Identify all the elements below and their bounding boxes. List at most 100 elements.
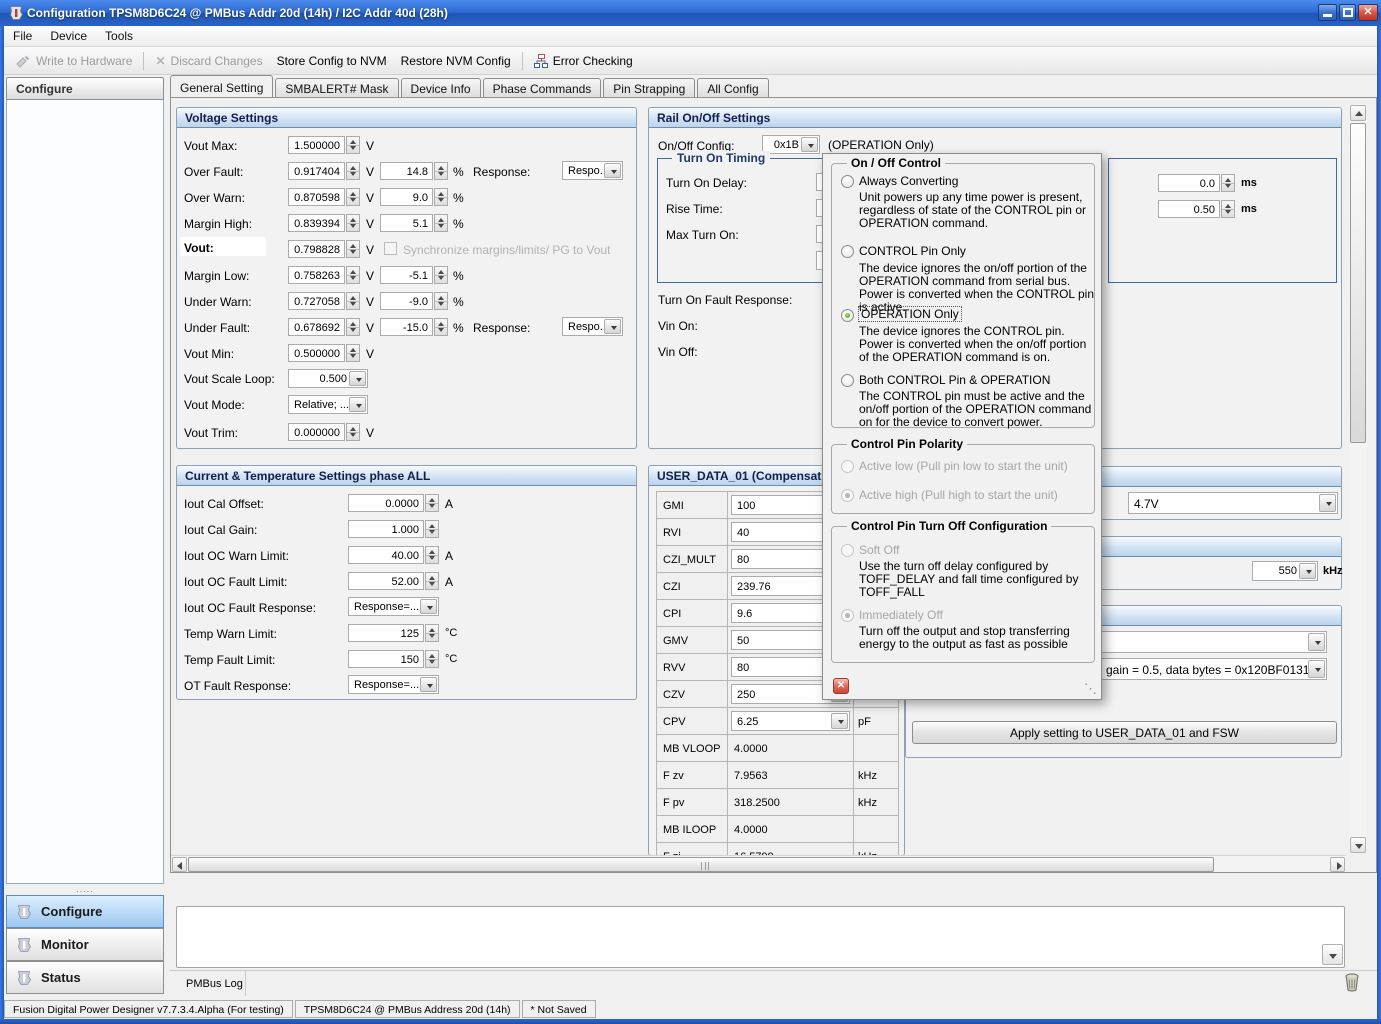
iout-oc-fault-spinner[interactable] — [425, 572, 439, 590]
always-converting-label[interactable]: Always Converting — [859, 174, 958, 188]
margin-high-input[interactable]: 0.839394 — [288, 214, 345, 232]
over-fault-pct-input[interactable]: 14.8 — [380, 162, 433, 180]
soft-off-radio[interactable] — [841, 544, 854, 557]
under-fault-response-combo[interactable]: Respo... — [562, 317, 623, 336]
vertical-scroll-thumb[interactable] — [1350, 123, 1366, 443]
error-checking-button[interactable]: Error Checking — [527, 51, 640, 71]
popup-close-button[interactable]: ✕ — [833, 678, 849, 694]
sidebar-item-configure[interactable]: Configure — [6, 895, 164, 928]
ot-fault-response-combo[interactable]: Response=... — [348, 675, 439, 694]
iout-cal-gain-spinner[interactable] — [425, 520, 439, 538]
under-warn-pct-spinner[interactable] — [434, 292, 448, 310]
turn-off-delay-spinner[interactable] — [1221, 174, 1235, 192]
over-fault-spinner[interactable] — [346, 162, 360, 180]
vout-min-spinner[interactable] — [346, 344, 360, 362]
menu-tools[interactable]: Tools — [96, 26, 142, 46]
log-scroll-down-button[interactable] — [1322, 944, 1343, 965]
minimize-button[interactable] — [1318, 4, 1337, 21]
iout-cal-offset-input[interactable]: 0.0000 — [348, 494, 424, 512]
under-fault-spinner[interactable] — [346, 318, 360, 336]
apply-setting-button[interactable]: Apply setting to USER_DATA_01 and FSW — [912, 721, 1337, 744]
vertical-scrollbar[interactable] — [1349, 104, 1367, 854]
maximize-button[interactable] — [1339, 4, 1356, 21]
onoff-config-combo[interactable]: 0x1B — [762, 135, 820, 154]
under-warn-pct-input[interactable]: -9.0 — [380, 292, 433, 310]
over-warn-spinner[interactable] — [346, 188, 360, 206]
temp-warn-input[interactable]: 125 — [348, 624, 424, 642]
margin-low-pct-input[interactable]: -5.1 — [380, 266, 433, 284]
operation-only-label[interactable]: OPERATION Only — [859, 307, 961, 321]
iout-oc-warn-spinner[interactable] — [425, 546, 439, 564]
under-warn-spinner[interactable] — [346, 292, 360, 310]
over-warn-pct-input[interactable]: 9.0 — [380, 188, 433, 206]
under-fault-input[interactable]: 0.678692 — [288, 318, 345, 336]
iout-oc-warn-input[interactable]: 40.00 — [348, 546, 424, 564]
fall-time-input[interactable]: 0.50 — [1158, 200, 1220, 218]
temp-warn-spinner[interactable] — [425, 624, 439, 642]
tab-device-info[interactable]: Device Info — [401, 78, 481, 97]
tab-smbalert-mask[interactable]: SMBALERT# Mask — [275, 78, 398, 97]
vout-trim-input[interactable]: 0.000000 — [288, 423, 345, 441]
margin-high-pct-input[interactable]: 5.1 — [380, 214, 433, 232]
active-high-radio[interactable] — [841, 489, 854, 502]
discard-changes-button[interactable]: ✕ Discard Changes — [148, 51, 269, 71]
title-bar[interactable]: Configuration TPSM8D6C24 @ PMBus Addr 20… — [0, 0, 1381, 26]
store-config-nvm-button[interactable]: Store Config to NVM — [270, 51, 394, 71]
iout-cal-gain-input[interactable]: 1.000 — [348, 520, 424, 538]
sidebar-splitter[interactable]: ..... — [55, 884, 115, 894]
over-fault-pct-spinner[interactable] — [434, 162, 448, 180]
under-fault-pct-input[interactable]: -15.0 — [380, 318, 433, 336]
over-warn-input[interactable]: 0.870598 — [288, 188, 345, 206]
both-control-operation-radio[interactable] — [841, 374, 854, 387]
vout-scale-loop-combo[interactable]: 0.500 — [288, 369, 368, 388]
popup-resize-grip[interactable]: ⋱ — [1084, 681, 1097, 697]
under-warn-input[interactable]: 0.727058 — [288, 292, 345, 310]
close-button[interactable]: ✕ — [1358, 4, 1378, 21]
sidebar-item-status[interactable]: Status — [6, 961, 164, 994]
vout-input[interactable]: 0.798828 — [288, 240, 345, 258]
menu-file[interactable]: File — [4, 26, 41, 46]
fall-time-spinner[interactable] — [1221, 200, 1235, 218]
iout-oc-fault-response-combo[interactable]: Response=... — [348, 597, 439, 616]
tab-all-config[interactable]: All Config — [697, 78, 768, 97]
margin-low-input[interactable]: 0.758263 — [288, 266, 345, 284]
write-to-hardware-button[interactable]: Write to Hardware — [8, 51, 139, 71]
margin-low-spinner[interactable] — [346, 266, 360, 284]
scroll-left-button[interactable] — [172, 857, 187, 872]
sync-margins-checkbox[interactable] — [384, 242, 397, 255]
margin-low-pct-spinner[interactable] — [434, 266, 448, 284]
menu-device[interactable]: Device — [41, 26, 96, 46]
over-fault-input[interactable]: 0.917404 — [288, 162, 345, 180]
active-low-radio[interactable] — [841, 460, 854, 473]
vout-max-spinner[interactable] — [346, 136, 360, 154]
control-pin-only-radio[interactable] — [841, 245, 854, 258]
sidebar-item-monitor[interactable]: Monitor — [6, 928, 164, 961]
vout-min-input[interactable]: 0.500000 — [288, 344, 345, 362]
horizontal-scroll-thumb[interactable] — [188, 857, 1214, 872]
scroll-right-button[interactable] — [1330, 857, 1345, 872]
both-control-operation-label[interactable]: Both CONTROL Pin & OPERATION — [859, 373, 1050, 387]
switching-freq-combo[interactable]: 550 — [1252, 561, 1318, 581]
always-converting-radio[interactable] — [841, 175, 854, 188]
turn-off-delay-input[interactable]: 0.0 — [1158, 174, 1220, 192]
vout-mode-combo[interactable]: Relative; ... — [288, 395, 368, 414]
iout-cal-offset-spinner[interactable] — [425, 494, 439, 512]
tab-phase-commands[interactable]: Phase Commands — [483, 78, 602, 97]
vout-max-input[interactable]: 1.500000 — [288, 136, 345, 154]
temp-fault-input[interactable]: 150 — [348, 650, 424, 668]
vout-spinner[interactable] — [346, 240, 360, 258]
margin-high-pct-spinner[interactable] — [434, 214, 448, 232]
scroll-down-button[interactable] — [1350, 837, 1366, 853]
pmbus-log-box[interactable] — [176, 906, 1345, 968]
over-fault-response-combo[interactable]: Respo... — [562, 161, 623, 180]
control-pin-only-label[interactable]: CONTROL Pin Only — [859, 244, 966, 258]
under-fault-pct-spinner[interactable] — [434, 318, 448, 336]
margin-high-spinner[interactable] — [346, 214, 360, 232]
clear-log-trash-icon[interactable] — [1344, 973, 1360, 996]
cpv-combo[interactable]: 6.25 — [731, 711, 850, 731]
tab-pin-strapping[interactable]: Pin Strapping — [603, 78, 695, 97]
restore-nvm-config-button[interactable]: Restore NVM Config — [394, 51, 518, 71]
temp-fault-spinner[interactable] — [425, 650, 439, 668]
scroll-up-button[interactable] — [1350, 105, 1366, 121]
vout-trim-spinner[interactable] — [346, 423, 360, 441]
